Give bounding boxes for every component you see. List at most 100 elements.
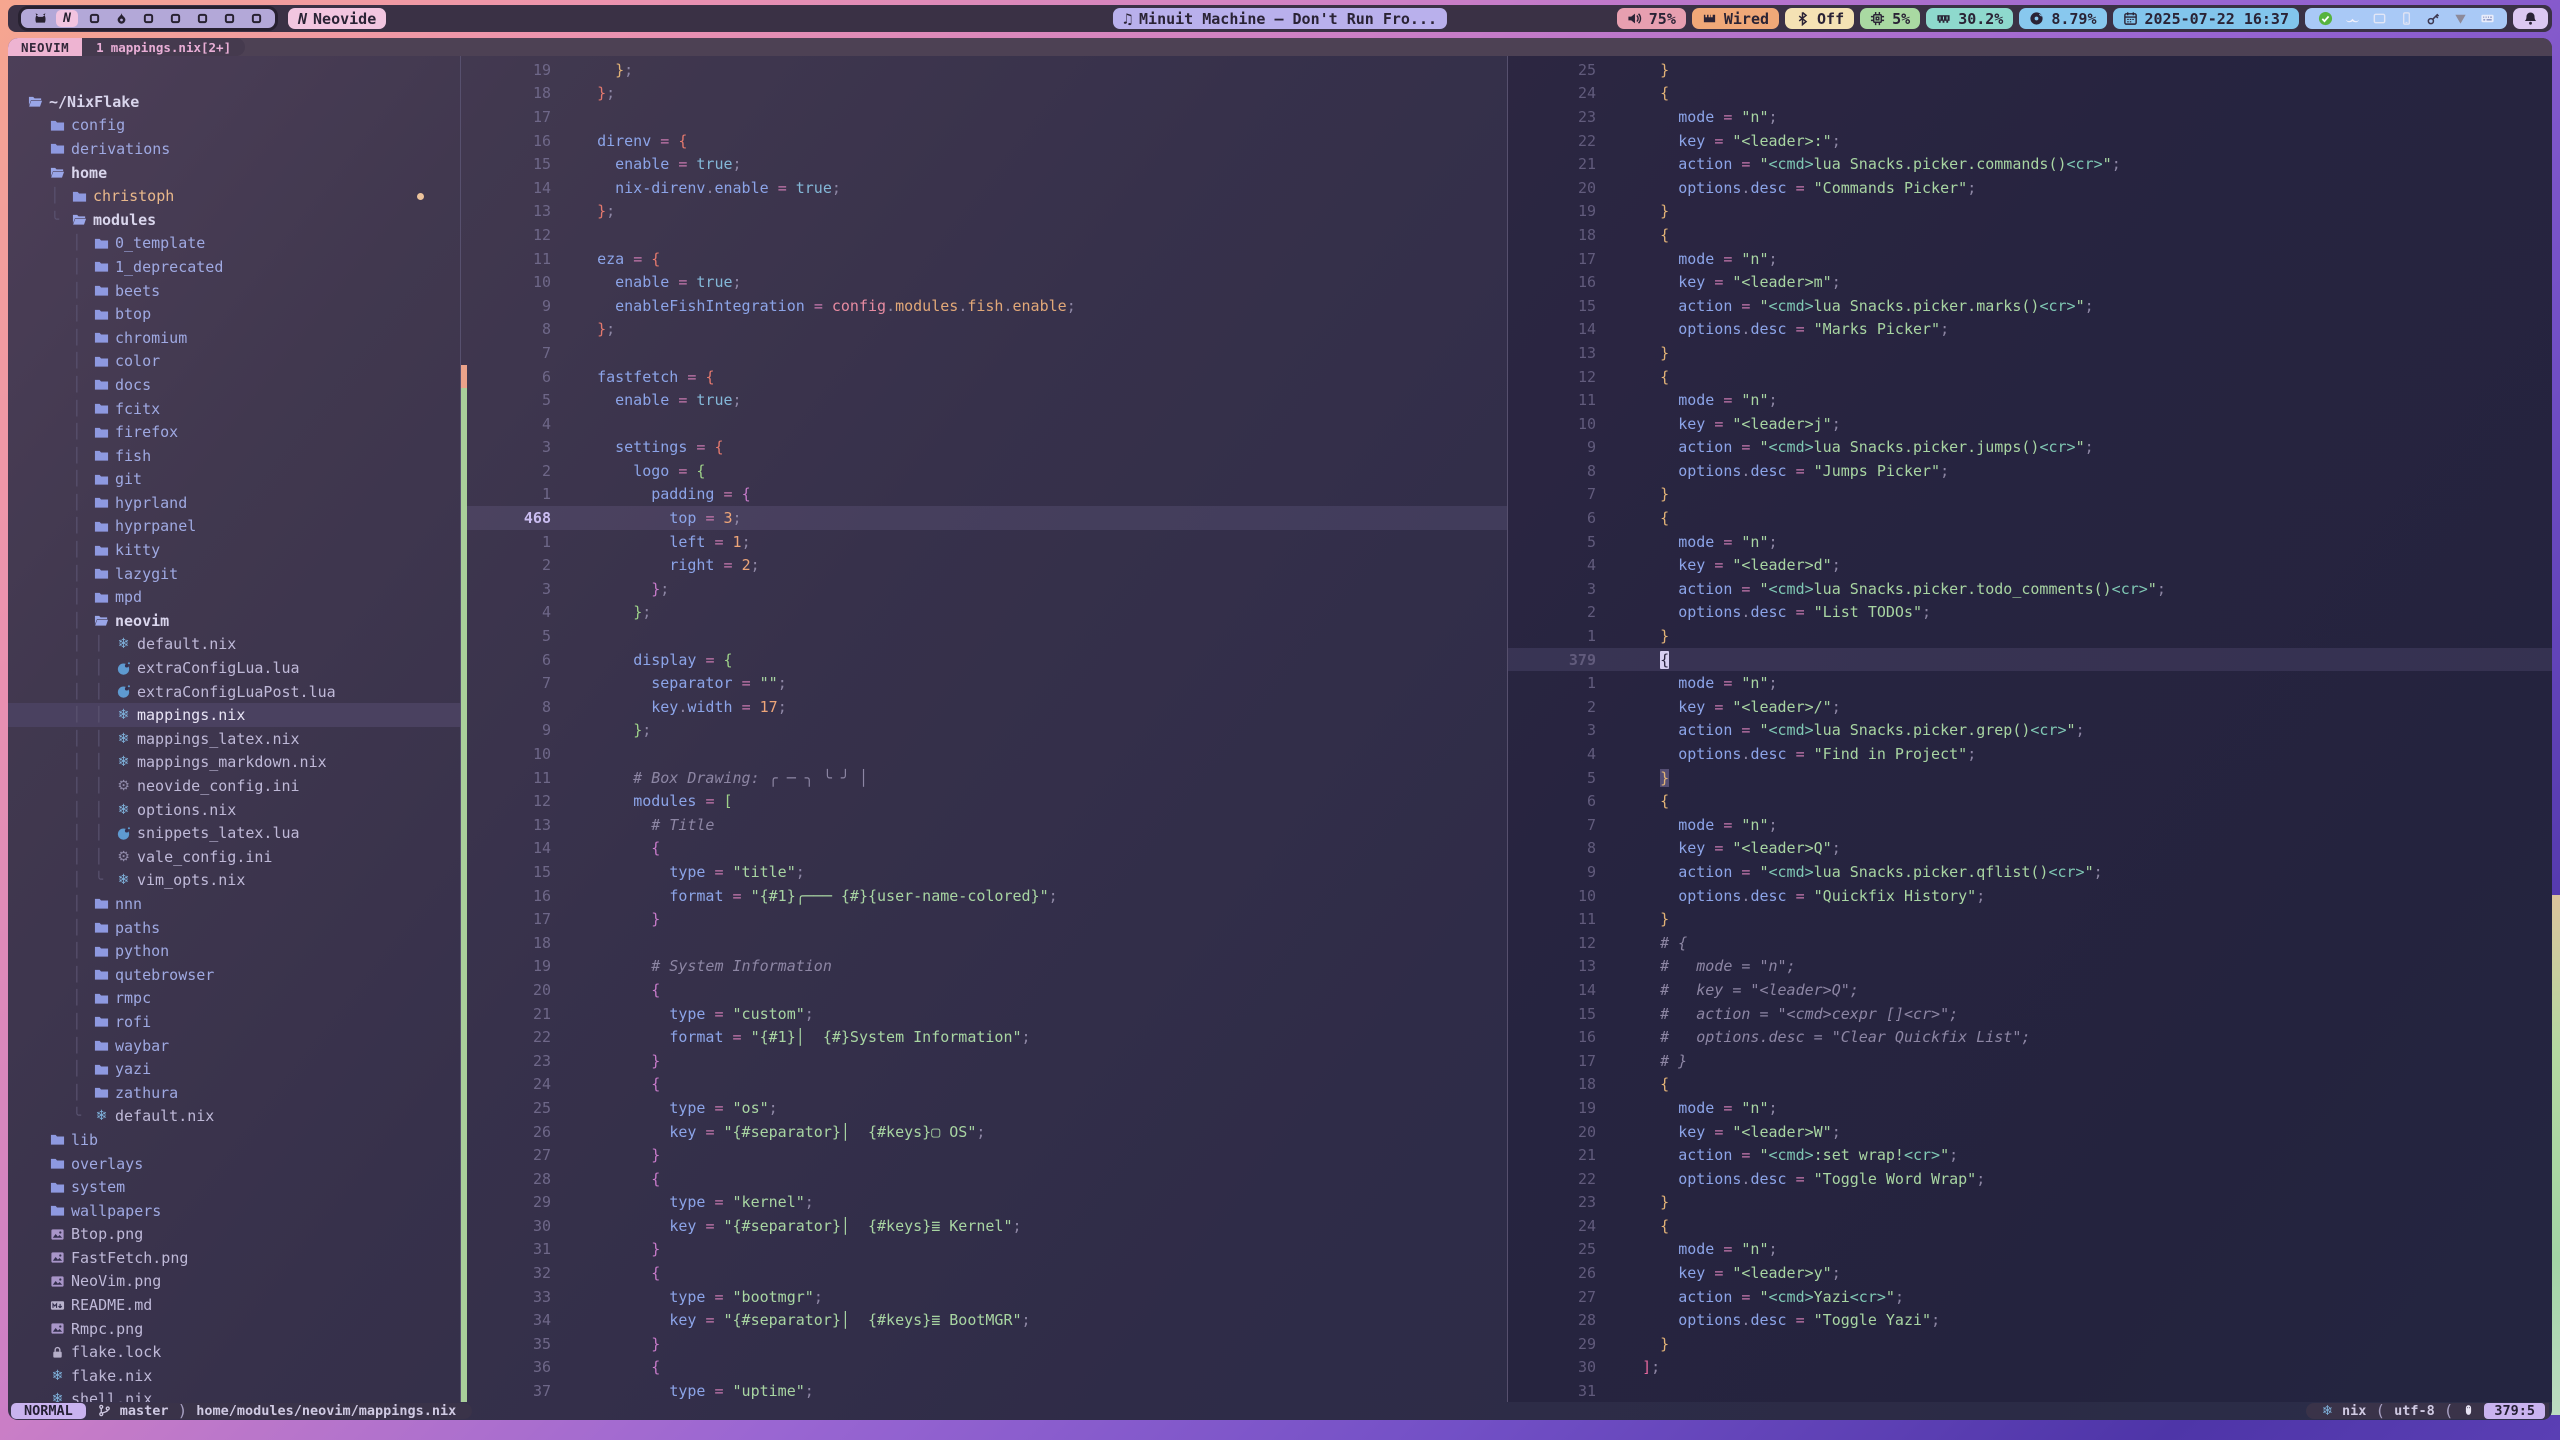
tree-item-hyprland[interactable]: │hyprland — [8, 491, 460, 515]
tree-item-Rmpc.png[interactable]: Rmpc.png — [8, 1317, 460, 1341]
tray-window-icon[interactable] — [2369, 11, 2389, 26]
code-line[interactable]: 3 }; — [461, 577, 1507, 601]
code-line[interactable]: 18 { — [1508, 1073, 2552, 1097]
tree-item-neovide_config.ini[interactable]: ││⚙neovide_config.ini — [8, 774, 460, 798]
tree-item-vale_config.ini[interactable]: ││⚙vale_config.ini — [8, 845, 460, 869]
cpu-module[interactable]: 5% — [1860, 8, 1920, 29]
code-line[interactable]: 2 options.desc = "List TODOs"; — [1508, 601, 2552, 625]
tree-item-fcitx[interactable]: │fcitx — [8, 397, 460, 421]
code-line[interactable]: 3 action = "<cmd>lua Snacks.picker.grep(… — [1508, 719, 2552, 743]
workspace-2-neovide-icon[interactable]: N — [56, 10, 78, 27]
code-line[interactable]: 33 type = "bootmgr"; — [461, 1285, 1507, 1309]
code-line[interactable]: 1 mode = "n"; — [1508, 671, 2552, 695]
code-line[interactable]: 4 — [461, 412, 1507, 436]
code-line[interactable]: 468 top = 3; — [461, 506, 1507, 530]
music-player-module[interactable]: ♫ Minuit Machine – Don't Run Fro... — [1113, 8, 1447, 29]
code-line[interactable]: 26 key = "<leader>y"; — [1508, 1261, 2552, 1285]
git-branch-name[interactable]: master — [120, 1403, 169, 1419]
code-line[interactable]: 6 { — [1508, 789, 2552, 813]
tree-item-hyprpanel[interactable]: │hyprpanel — [8, 515, 460, 539]
tree-item-mpd[interactable]: │mpd — [8, 585, 460, 609]
workspace-1-cat-icon[interactable] — [29, 10, 51, 27]
tray-check-icon[interactable] — [2315, 11, 2335, 26]
code-line[interactable]: 9 }; — [461, 719, 1507, 743]
tree-item-derivations[interactable]: derivations — [8, 137, 460, 161]
workspace-9-square-icon[interactable] — [245, 10, 267, 27]
code-line[interactable]: 16 direnv = { — [461, 129, 1507, 153]
tree-item-mappings_latex.nix[interactable]: ││❄mappings_latex.nix — [8, 727, 460, 751]
code-line[interactable]: 2 logo = { — [461, 459, 1507, 483]
tree-item-git[interactable]: │git — [8, 468, 460, 492]
tree-item-config[interactable]: config — [8, 114, 460, 138]
notifications-module[interactable] — [2513, 8, 2548, 29]
code-line[interactable]: 25 mode = "n"; — [1508, 1238, 2552, 1262]
tree-item-beets[interactable]: │beets — [8, 279, 460, 303]
tree-item-1_deprecated[interactable]: │1_deprecated — [8, 255, 460, 279]
editor-right-pane[interactable]: 25 }24 {23 mode = "n";22 key = "<leader>… — [1508, 56, 2552, 1402]
tray-vpn-icon[interactable] — [2450, 11, 2470, 26]
code-line[interactable]: 2 key = "<leader>/"; — [1508, 695, 2552, 719]
code-line[interactable]: 18 }; — [461, 82, 1507, 106]
workspace-8-square-icon[interactable] — [218, 10, 240, 27]
window-title-module[interactable]: N Neovide — [288, 8, 386, 29]
code-line[interactable]: 15 # action = "<cmd>cexpr []<cr>"; — [1508, 1002, 2552, 1026]
code-line[interactable]: 19 # System Information — [461, 955, 1507, 979]
code-line[interactable]: 12 { — [1508, 365, 2552, 389]
tree-item-nnn[interactable]: │nnn — [8, 892, 460, 916]
code-line[interactable]: 24 { — [1508, 1214, 2552, 1238]
code-line[interactable]: 14 # key = "<leader>Q"; — [1508, 978, 2552, 1002]
code-line[interactable]: 25 type = "os"; — [461, 1096, 1507, 1120]
code-line[interactable]: 25 } — [1508, 58, 2552, 82]
code-line[interactable]: 15 enable = true; — [461, 152, 1507, 176]
tab-mappings-nix[interactable]: 1 mappings.nix[2+] — [82, 38, 245, 56]
code-line[interactable]: 9 enableFishIntegration = config.modules… — [461, 294, 1507, 318]
code-line[interactable]: 18 { — [1508, 223, 2552, 247]
code-line[interactable]: 29 type = "kernel"; — [461, 1191, 1507, 1215]
workspace-3-square-icon[interactable] — [83, 10, 105, 27]
code-line[interactable]: 36 { — [461, 1356, 1507, 1380]
code-line[interactable]: 3 settings = { — [461, 436, 1507, 460]
tree-item-home[interactable]: home — [8, 161, 460, 185]
tree-item-NeoVim.png[interactable]: NeoVim.png — [8, 1270, 460, 1294]
code-line[interactable]: 7 separator = ""; — [461, 671, 1507, 695]
code-line[interactable]: 4 key = "<leader>d"; — [1508, 553, 2552, 577]
code-line[interactable]: 9 action = "<cmd>lua Snacks.picker.qflis… — [1508, 860, 2552, 884]
clock-module[interactable]: 2025-07-22 16:37 — [2113, 8, 2300, 29]
tree-item-lazygit[interactable]: │lazygit — [8, 562, 460, 586]
code-line[interactable]: 2 right = 2; — [461, 553, 1507, 577]
code-line[interactable]: 8 options.desc = "Jumps Picker"; — [1508, 459, 2552, 483]
volume-module[interactable]: 75% — [1617, 8, 1686, 29]
code-line[interactable]: 23 mode = "n"; — [1508, 105, 2552, 129]
tree-item-rmpc[interactable]: │rmpc — [8, 987, 460, 1011]
code-line[interactable]: 6 display = { — [461, 648, 1507, 672]
code-line[interactable]: 1 } — [1508, 624, 2552, 648]
tree-item-python[interactable]: │python — [8, 939, 460, 963]
code-line[interactable]: 15 action = "<cmd>lua Snacks.picker.mark… — [1508, 294, 2552, 318]
code-line[interactable]: 11 } — [1508, 907, 2552, 931]
code-line[interactable]: 23 } — [1508, 1191, 2552, 1215]
tree-item-waybar[interactable]: │waybar — [8, 1034, 460, 1058]
tree-item-extraConfigLua.lua[interactable]: ││extraConfigLua.lua — [8, 656, 460, 680]
code-line[interactable]: 13 }; — [461, 200, 1507, 224]
tree-item-yazi[interactable]: │yazi — [8, 1057, 460, 1081]
code-line[interactable]: 5 — [461, 624, 1507, 648]
code-line[interactable]: 12 # { — [1508, 931, 2552, 955]
code-line[interactable]: 8 key.width = 17; — [461, 695, 1507, 719]
tree-item-rofi[interactable]: │rofi — [8, 1010, 460, 1034]
tree-item-chromium[interactable]: │chromium — [8, 326, 460, 350]
code-line[interactable]: 24 { — [461, 1073, 1507, 1097]
code-line[interactable]: 27 action = "<cmd>Yazi<cr>"; — [1508, 1285, 2552, 1309]
code-line[interactable]: 17 — [461, 105, 1507, 129]
tree-item-snippets_latex.lua[interactable]: ││snippets_latex.lua — [8, 821, 460, 845]
code-line[interactable]: 17 # } — [1508, 1049, 2552, 1073]
tree-item-lib[interactable]: lib — [8, 1128, 460, 1152]
workspace-7-square-icon[interactable] — [191, 10, 213, 27]
code-line[interactable]: 10 enable = true; — [461, 270, 1507, 294]
code-line[interactable]: 20 key = "<leader>W"; — [1508, 1120, 2552, 1144]
code-line[interactable]: 34 key = "{#separator}│ {#keys}≣ BootMGR… — [461, 1308, 1507, 1332]
tree-item-default.nix[interactable]: ││❄default.nix — [8, 633, 460, 657]
code-line[interactable]: 28 options.desc = "Toggle Yazi"; — [1508, 1308, 2552, 1332]
code-line[interactable]: 13 # Title — [461, 813, 1507, 837]
tree-item-christoph[interactable]: │christoph — [8, 184, 460, 208]
code-line[interactable]: 30 key = "{#separator}│ {#keys}≣ Kernel"… — [461, 1214, 1507, 1238]
